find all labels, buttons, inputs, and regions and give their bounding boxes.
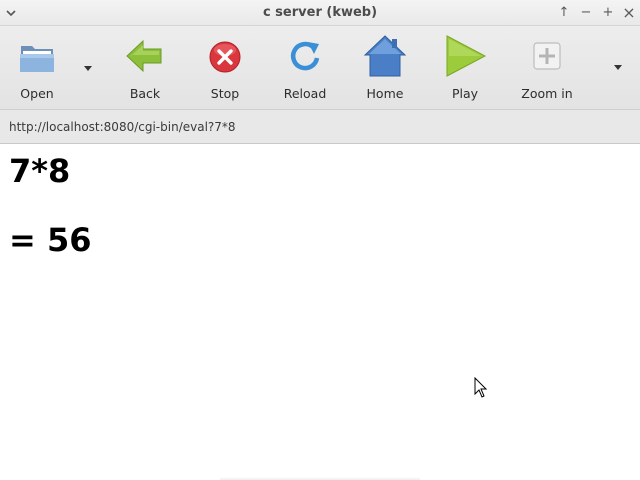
stop-button[interactable]: Stop <box>195 26 255 110</box>
zoom-in-label: Zoom in <box>521 86 573 101</box>
url-input[interactable] <box>0 110 640 143</box>
toolbar-overflow-icon[interactable] <box>613 64 623 72</box>
open-button[interactable]: Open <box>7 26 67 110</box>
reload-icon <box>290 41 320 71</box>
open-label: Open <box>20 86 54 101</box>
window-minimize-button[interactable]: − <box>577 4 595 22</box>
back-label: Back <box>129 86 161 101</box>
toolbar: Open Back Stop Reload Home Play Zoom in <box>0 26 640 110</box>
play-icon <box>446 35 487 77</box>
folder-icon <box>20 46 54 72</box>
back-arrow-icon <box>126 39 162 73</box>
address-bar <box>0 110 640 144</box>
result-heading: = 56 <box>9 221 92 259</box>
stop-label: Stop <box>210 86 240 101</box>
reload-button[interactable]: Reload <box>275 26 335 110</box>
window-title: c server (kweb) <box>262 5 378 20</box>
home-button[interactable]: Home <box>355 26 415 110</box>
play-button[interactable]: Play <box>435 26 495 110</box>
page-content: 7*8 = 56 <box>0 144 640 480</box>
expression-heading: 7*8 <box>9 152 71 190</box>
mouse-cursor-icon <box>474 377 488 398</box>
window-maximize-button[interactable]: + <box>599 4 617 22</box>
zoom-in-button[interactable]: Zoom in <box>512 26 582 110</box>
window-close-button[interactable]: × <box>620 4 638 22</box>
play-label: Play <box>451 86 479 101</box>
back-button[interactable]: Back <box>115 26 175 110</box>
home-icon <box>363 35 407 77</box>
home-label: Home <box>366 86 404 101</box>
stop-icon <box>209 41 241 73</box>
reload-label: Reload <box>283 86 327 101</box>
zoom-in-icon <box>533 42 561 70</box>
window-titlebar: c server (kweb) ↑ − + × <box>0 0 640 26</box>
window-up-button[interactable]: ↑ <box>555 4 573 22</box>
open-dropdown-icon[interactable] <box>83 65 93 73</box>
